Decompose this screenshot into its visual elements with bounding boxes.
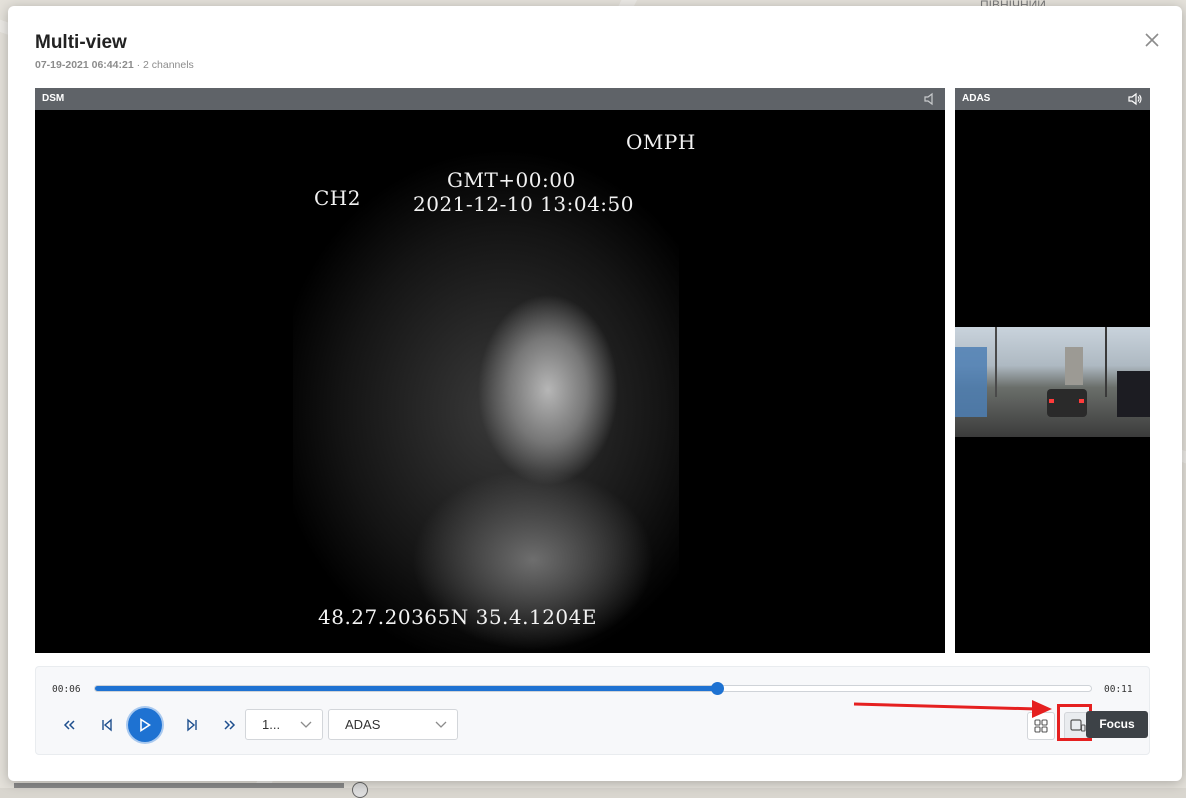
focus-tooltip: Focus	[1086, 711, 1148, 738]
map-marker	[352, 782, 368, 798]
osd-timezone: GMT+00:00	[447, 168, 576, 192]
modal-timestamp: 07-19-2021 06:44:21	[35, 59, 134, 71]
progress-thumb[interactable]	[711, 682, 724, 695]
channel-select[interactable]: ADAS	[328, 709, 458, 740]
double-chevron-right-icon	[224, 720, 236, 730]
play-icon	[140, 718, 151, 732]
panel-label-adas: ADAS	[962, 93, 991, 104]
video-panel-adas[interactable]: ADAS	[955, 88, 1150, 653]
osd-channel: CH2	[314, 186, 361, 210]
playback-speed-value: 1...	[262, 717, 281, 732]
subtitle-separator: ·	[136, 59, 141, 71]
panel-header-dsm: DSM	[35, 88, 945, 110]
osd-coordinates: 48.27.20365N 35.4.1204E	[318, 605, 597, 629]
progress-fill	[95, 686, 718, 691]
close-icon[interactable]	[1142, 30, 1162, 50]
panel-header-adas: ADAS	[955, 88, 1150, 110]
channel-select-value: ADAS	[345, 717, 381, 732]
annotation-arrow	[853, 700, 1052, 718]
skip-forward-icon	[187, 718, 197, 732]
double-chevron-left-icon	[63, 720, 75, 730]
modal-title: Multi-view	[35, 32, 127, 53]
channel-count: 2 channels	[143, 59, 194, 71]
multi-view-modal: Multi-view 07-19-2021 06:44:21 · 2 chann…	[8, 6, 1182, 781]
panel-label-dsm: DSM	[42, 93, 65, 104]
modal-subtitle: 07-19-2021 06:44:21 · 2 channels	[35, 59, 194, 71]
fast-rewind-button[interactable]	[52, 708, 86, 742]
speaker-muted-icon[interactable]	[923, 92, 937, 106]
osd-datetime: 2021-12-10 13:04:50	[413, 192, 634, 216]
speaker-on-icon[interactable]	[1128, 92, 1142, 106]
video-panel-dsm[interactable]: DSM OMPH GMT+00:00 CH2 2021-12-10 13:04:…	[35, 88, 945, 653]
grid-layout-icon	[1034, 719, 1048, 733]
fast-forward-button[interactable]	[213, 708, 247, 742]
chevron-down-icon	[300, 721, 312, 728]
next-frame-button[interactable]	[175, 708, 209, 742]
adas-video-frame	[955, 327, 1150, 437]
osd-speed: OMPH	[626, 130, 696, 154]
skip-back-icon	[102, 718, 112, 732]
playback-speed-select[interactable]: 1...	[245, 709, 323, 740]
play-button[interactable]	[128, 708, 162, 742]
map-scale-bar	[14, 783, 344, 788]
current-time: 00:06	[52, 684, 81, 695]
end-time: 00:11	[1104, 684, 1133, 695]
previous-frame-button[interactable]	[90, 708, 124, 742]
chevron-down-icon	[435, 721, 447, 728]
